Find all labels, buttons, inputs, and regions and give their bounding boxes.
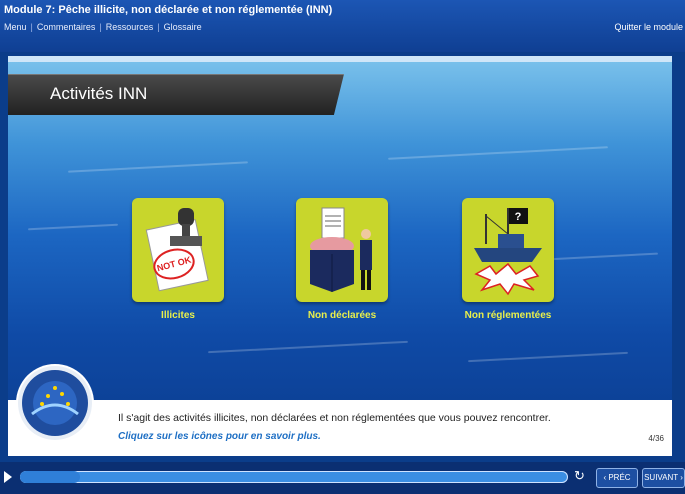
nav-ressources[interactable]: Ressources: [106, 22, 154, 32]
flag-text: ?: [515, 211, 522, 223]
slide-area: Activités INN NOT OK Illicites Non décla…: [8, 56, 672, 456]
progress-bar[interactable]: [20, 471, 568, 483]
info-panel: [8, 400, 672, 456]
nav-separator: |: [30, 22, 33, 32]
quit-module-link[interactable]: Quitter le module: [614, 22, 683, 32]
top-bar: Module 7: Pêche illicite, non déclarée e…: [0, 0, 685, 52]
nav-separator: |: [157, 22, 160, 32]
slide-title: Activités INN: [50, 84, 148, 103]
card-label-non-reglementees[interactable]: Non réglementées: [442, 310, 574, 321]
progress-fill: [20, 471, 81, 483]
next-button[interactable]: SUIVANT ›: [642, 468, 685, 488]
title-bar: Activités INN: [8, 74, 344, 115]
card-non-reglementees[interactable]: ?: [462, 198, 554, 302]
stamp-not-ok-icon: NOT OK: [145, 208, 209, 292]
nav-menu[interactable]: Menu: [4, 22, 27, 32]
card-label-illicites[interactable]: Illicites: [132, 310, 224, 321]
undeclared-catch-icon: [310, 207, 372, 292]
info-hint: Cliquez sur les icônes pour en savoir pl…: [118, 431, 321, 442]
efca-logo: [18, 366, 92, 440]
prev-button[interactable]: ‹ PRÉC: [596, 468, 638, 488]
efca-emblem-icon: [22, 370, 88, 436]
card-non-declarees[interactable]: [296, 198, 388, 302]
top-nav: Menu | Commentaires | Ressources | Glossaire: [4, 22, 202, 32]
player-bar: ↻ ‹ PRÉC SUIVANT ›: [0, 462, 685, 494]
reload-icon[interactable]: ↻: [574, 468, 585, 484]
page-number: 4/36: [648, 434, 664, 443]
pirate-boat-icon: ?: [474, 208, 542, 296]
card-illicites[interactable]: NOT OK: [132, 198, 224, 302]
module-title: Module 7: Pêche illicite, non déclarée e…: [4, 4, 333, 16]
nav-commentaires[interactable]: Commentaires: [37, 22, 96, 32]
info-text: Il s'agit des activités illicites, non d…: [118, 412, 551, 424]
play-icon[interactable]: [4, 471, 12, 483]
nav-separator: |: [99, 22, 102, 32]
nav-glossaire[interactable]: Glossaire: [164, 22, 202, 32]
card-label-non-declarees[interactable]: Non déclarées: [284, 310, 400, 321]
